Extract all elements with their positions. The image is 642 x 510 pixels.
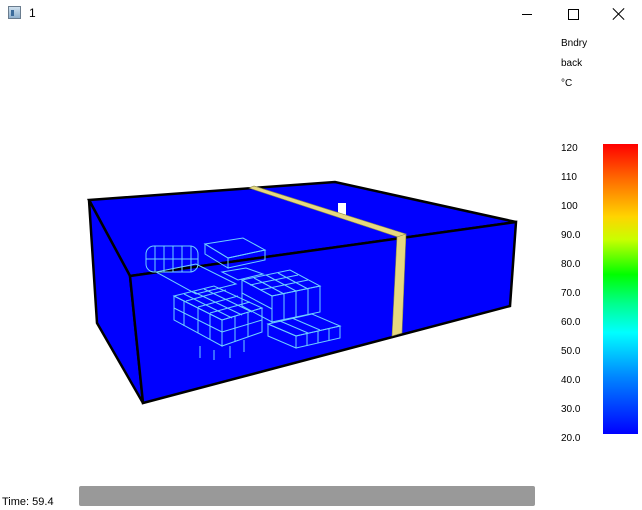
temperature-colorbar xyxy=(603,144,638,434)
boundary-label: Bndry xyxy=(561,38,588,49)
maximize-icon xyxy=(567,8,579,20)
unit-label: °C xyxy=(561,78,573,89)
title-bar: 1 xyxy=(0,0,642,28)
colorbar-tick-label: 50.0 xyxy=(561,346,581,357)
minimize-icon xyxy=(522,13,532,15)
colorbar-tick-label: 70.0 xyxy=(561,288,581,299)
colorbar-tick-label: 20.0 xyxy=(561,433,581,444)
colorbar-tick-label: 60.0 xyxy=(561,317,581,328)
time-slider[interactable] xyxy=(79,486,535,506)
app-icon xyxy=(8,6,21,19)
quantity-label: back xyxy=(561,58,583,69)
close-icon xyxy=(613,8,625,20)
time-label: Time: 59.4 xyxy=(2,496,54,508)
close-button[interactable] xyxy=(596,0,642,28)
scene-graphic xyxy=(86,180,518,405)
colorbar-tick-label: 90.0 xyxy=(561,230,581,241)
colorbar-tick-label: 80.0 xyxy=(561,259,581,270)
colorbar-tick-label: 110 xyxy=(561,172,577,183)
colorbar-tick-label: 100 xyxy=(561,201,578,212)
maximize-button[interactable] xyxy=(550,0,596,28)
window-title: 1 xyxy=(29,6,36,20)
colorbar-tick-label: 30.0 xyxy=(561,404,581,415)
colorbar-tick-label: 40.0 xyxy=(561,375,581,386)
3d-viewport[interactable] xyxy=(0,28,560,468)
minimize-button[interactable] xyxy=(504,0,550,28)
colorbar-tick-label: 120 xyxy=(561,143,578,154)
